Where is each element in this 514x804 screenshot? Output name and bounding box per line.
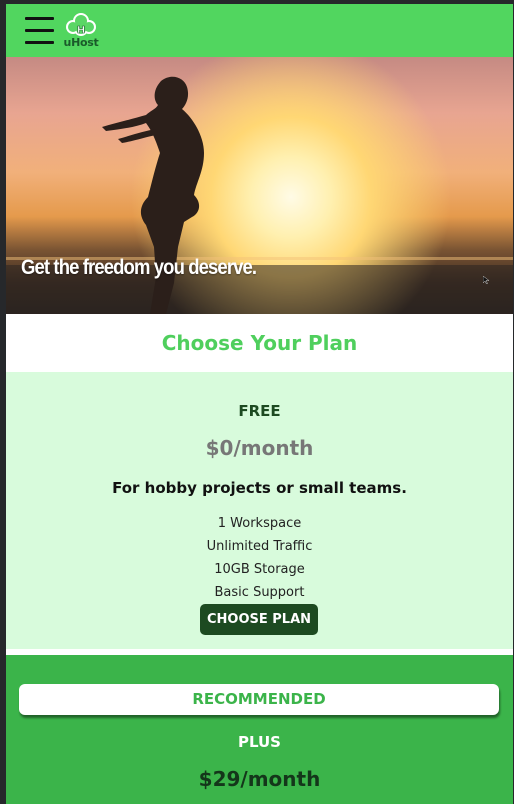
hamburger-bar [25, 41, 54, 44]
plan-card-free: FREE $0/month For hobby projects or smal… [6, 372, 513, 649]
plan-description: For hobby projects or small teams. [112, 479, 407, 497]
hero-caption: Get the freedom you deserve. [21, 256, 257, 279]
hamburger-bar [25, 17, 54, 20]
plan-feature: Unlimited Traffic [206, 539, 313, 554]
plan-name: FREE [238, 402, 281, 420]
hero-banner: Get the freedom you deserve. [6, 57, 513, 314]
svg-text:H: H [77, 25, 85, 36]
plans-section-heading: Choose Your Plan [6, 314, 513, 372]
hamburger-menu-icon[interactable] [25, 17, 54, 45]
plan-price: $29/month [198, 767, 321, 791]
main-header: H uHost [6, 4, 513, 57]
mouse-cursor-icon [483, 276, 489, 284]
plan-feature: 10GB Storage [214, 562, 305, 577]
plan-name: PLUS [237, 733, 281, 751]
recommended-badge: RECOMMENDED [19, 684, 499, 715]
logo-text: uHost [63, 36, 99, 49]
plan-feature: 1 Workspace [217, 516, 302, 531]
page-frame: H uHost Get the freedom you deserve. Cho… [6, 4, 513, 804]
hamburger-bar [25, 29, 54, 32]
choose-plan-button[interactable]: CHOOSE PLAN [200, 604, 318, 635]
brand-logo[interactable]: H uHost [61, 11, 101, 51]
plan-card-plus: RECOMMENDED PLUS $29/month [6, 655, 513, 804]
plan-feature: Basic Support [214, 585, 305, 600]
plan-price: $0/month [205, 436, 314, 460]
